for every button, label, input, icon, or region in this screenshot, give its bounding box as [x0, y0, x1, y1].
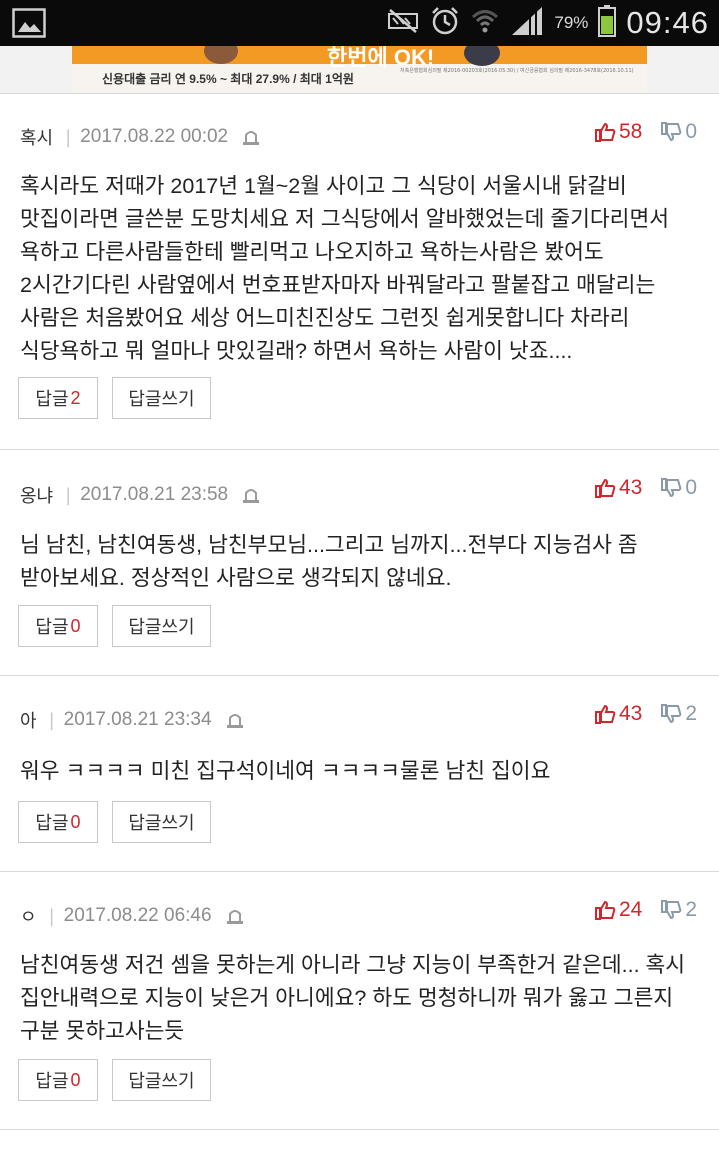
- write-reply-button[interactable]: 답글쓰기: [112, 1059, 211, 1101]
- alarm-icon: [430, 6, 460, 40]
- reply-label: 답글: [35, 389, 69, 409]
- thumbs-down-icon[interactable]: [660, 122, 682, 142]
- thumbs-up-icon[interactable]: [594, 478, 616, 498]
- downvote-count: 0: [685, 120, 697, 143]
- reply-label: 답글: [35, 617, 69, 637]
- thumbs-down-icon[interactable]: [660, 704, 682, 724]
- upvote-count: 24: [618, 898, 643, 921]
- battery-icon: [598, 5, 617, 41]
- upvote-count: 58: [618, 120, 643, 143]
- upvote-count: 43: [618, 476, 643, 499]
- banner-headline: 신용대출 금리 연 9.5% ~ 최대 27.9% / 최대 1억원: [102, 72, 354, 86]
- report-icon[interactable]: [225, 710, 245, 730]
- thumbs-down-icon[interactable]: [660, 900, 682, 920]
- comment-author[interactable]: 아: [20, 707, 37, 733]
- ad-banner[interactable]: 한번에 OK! 신용대출 금리 연 9.5% ~ 최대 27.9% / 최대 1…: [72, 46, 647, 92]
- reply-label: 답글: [35, 1071, 69, 1091]
- upvote-count: 43: [618, 702, 643, 725]
- comment-body: 워우 ㅋㅋㅋㅋ 미친 집구석이네여 ㅋㅋㅋㅋ물론 남친 집이요: [20, 759, 551, 783]
- reply-count: 2: [70, 387, 81, 408]
- meta-separator: |: [65, 126, 72, 148]
- reply-count: 0: [70, 1069, 81, 1090]
- banner-photo-right: [464, 46, 500, 66]
- thumbs-up-icon[interactable]: [594, 900, 616, 920]
- write-reply-button[interactable]: 답글쓰기: [112, 801, 211, 843]
- banner-graphic: 한번에 OK!: [72, 46, 647, 70]
- comment-date: 2017.08.22 06:46: [63, 905, 212, 926]
- meta-separator: |: [65, 484, 72, 506]
- thumbs-up-icon[interactable]: [594, 122, 616, 142]
- battery-percent: 79%: [554, 13, 589, 32]
- ad-banner-strip: 한번에 OK! 신용대출 금리 연 9.5% ~ 최대 27.9% / 최대 1…: [0, 46, 719, 94]
- write-reply-button[interactable]: 답글쓰기: [112, 377, 211, 419]
- comment-item: 옹냐 | 2017.08.21 23:58 43 0 님 남친, 남친여동생, …: [0, 451, 719, 676]
- reply-count: 0: [70, 615, 81, 636]
- comment-author[interactable]: ㅇ: [20, 903, 37, 929]
- comment-date: 2017.08.22 00:02: [80, 126, 229, 147]
- report-icon[interactable]: [225, 906, 245, 926]
- reply-label: 답글: [35, 813, 69, 833]
- report-icon[interactable]: [241, 485, 261, 505]
- reply-count: 0: [70, 811, 81, 832]
- status-bar: 79% 09:46: [0, 0, 719, 46]
- reply-button[interactable]: 답글 0: [18, 801, 98, 843]
- comment-item: 혹시 | 2017.08.22 00:02 58 0 혹시라도 저때가 2017…: [0, 94, 719, 450]
- comment-item: 아 | 2017.08.21 23:34 43 2 워우 ㅋㅋㅋㅋ 미친 집구석…: [0, 677, 719, 872]
- comment-author[interactable]: 옹냐: [20, 482, 53, 508]
- meta-separator: |: [48, 905, 55, 927]
- downvote-count: 0: [685, 476, 697, 499]
- banner-photo-left: [204, 46, 238, 64]
- comment-author[interactable]: 혹시: [20, 124, 53, 150]
- reply-button[interactable]: 답글 2: [18, 377, 98, 419]
- signal-icon: [510, 7, 544, 39]
- comment-body: 혹시라도 저때가 2017년 1월~2월 사이고 그 식당이 서울시내 닭갈비 …: [20, 174, 670, 363]
- downvote-count: 2: [685, 702, 697, 725]
- comment-body: 남친여동생 저건 셈을 못하는게 아니라 그냥 지능이 부족한거 같은데... …: [20, 953, 686, 1043]
- banner-fine-print: 저축은행협회심의필 제2016-00203호(2016.05.30) / 여신금…: [400, 68, 634, 74]
- mute-icon: [386, 8, 420, 38]
- write-reply-button[interactable]: 답글쓰기: [112, 605, 211, 647]
- reply-button[interactable]: 답글 0: [18, 1059, 98, 1101]
- comment-body: 님 남친, 남친여동생, 남친부모님...그리고 님까지...전부다 지능검사 …: [20, 533, 638, 590]
- wifi-icon: [470, 6, 500, 40]
- thumbs-down-icon[interactable]: [660, 478, 682, 498]
- downvote-count: 2: [685, 898, 697, 921]
- reply-button[interactable]: 답글 0: [18, 605, 98, 647]
- thumbs-up-icon[interactable]: [594, 704, 616, 724]
- clock: 09:46: [626, 5, 709, 40]
- comment-item: ㅇ | 2017.08.22 06:46 24 2 남친여동생 저건 셈을 못하…: [0, 873, 719, 1130]
- comment-date: 2017.08.21 23:58: [80, 484, 229, 505]
- gallery-icon: [12, 8, 46, 42]
- comment-date: 2017.08.21 23:34: [63, 709, 212, 730]
- report-icon[interactable]: [241, 127, 261, 147]
- meta-separator: |: [48, 709, 55, 731]
